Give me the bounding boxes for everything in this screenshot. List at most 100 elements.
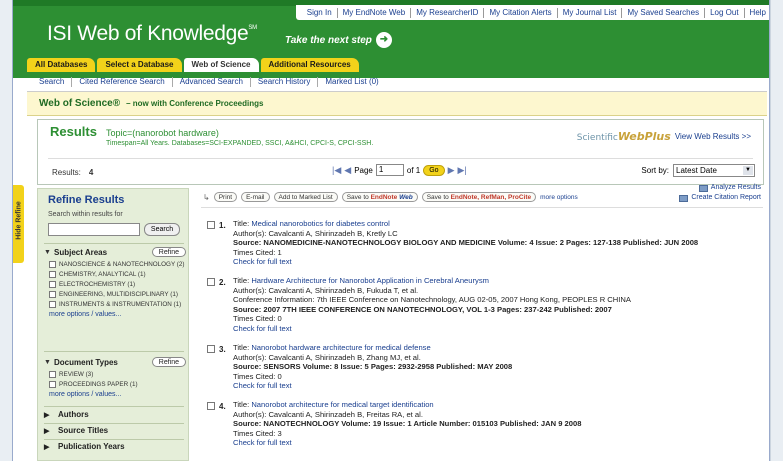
divider — [44, 406, 184, 407]
triangle-down-icon[interactable]: ▼ — [44, 359, 54, 366]
check-full-text-link[interactable]: Check for full text — [233, 381, 763, 391]
doctype-option[interactable]: REVIEW (3) — [49, 371, 186, 379]
link-my-citation-alerts[interactable]: My Citation Alerts — [483, 7, 556, 18]
add-to-marked-list-button[interactable]: Add to Marked List — [273, 192, 338, 202]
record-source: Source: SENSORS Volume: 8 Issue: 5 Pages… — [233, 362, 513, 372]
prev-page-icon[interactable]: ◀ — [344, 165, 351, 176]
sort-select[interactable]: Latest Date ▼ — [673, 164, 755, 177]
subject-more-link[interactable]: more options / values... — [49, 311, 186, 318]
arrow-down-icon: ↳ — [203, 192, 210, 202]
citation-label: Create Citation Report — [691, 194, 761, 201]
record-times-cited: Times Cited: 0 — [233, 314, 282, 324]
view-web-results-link[interactable]: View Web Results >> — [675, 132, 751, 141]
subnav-search-history[interactable]: Search History — [249, 76, 317, 87]
record-title-link[interactable]: Nanorobot architecture for medical targe… — [251, 400, 433, 409]
tab-select-database[interactable]: Select a Database — [97, 58, 182, 72]
save-to-endnote-web-button[interactable]: Save to EndNote Web — [341, 192, 418, 202]
record-times-cited: Times Cited: 1 — [233, 247, 282, 257]
print-button[interactable]: Print — [213, 192, 238, 202]
link-help[interactable]: Help — [743, 7, 769, 18]
subnav-marked-list[interactable]: Marked List (0) — [317, 76, 385, 87]
search-within-button[interactable]: Search — [144, 223, 180, 236]
subject-option-label: ENGINEERING, MULTIDISCIPLINARY (1) — [59, 291, 178, 298]
toolbar-right: Analyze Results Create Citation Report — [679, 183, 761, 203]
top-links: Sign In My EndNote Web My ResearcherID M… — [295, 5, 769, 20]
hide-refine-tab[interactable]: Hide Refine — [13, 185, 24, 263]
last-page-icon[interactable]: ▶| — [457, 165, 466, 176]
search-within-input[interactable] — [48, 223, 140, 236]
link-my-researcherid[interactable]: My ResearcherID — [410, 7, 483, 18]
analyze-results-link[interactable]: Analyze Results — [679, 183, 761, 193]
email-button[interactable]: E-mail — [241, 192, 270, 202]
link-log-out[interactable]: Log Out — [704, 7, 743, 18]
more-options-link[interactable]: more options — [540, 194, 578, 201]
isi-logo[interactable]: ISI Web of KnowledgeSM — [47, 22, 257, 46]
link-my-journal-list[interactable]: My Journal List — [556, 7, 622, 18]
save-to-endnote-refman-procite-button[interactable]: Save to EndNote, RefMan, ProCite — [421, 192, 537, 202]
record-number: 3. — [219, 345, 226, 354]
checkbox[interactable] — [49, 281, 56, 288]
record-checkbox[interactable] — [207, 221, 215, 229]
subject-areas-section: ▼ Subject Areas Refine NANOSCIENCE & NANOT… — [44, 245, 186, 318]
tab-all-databases[interactable]: All Databases — [27, 58, 96, 72]
record-authors: Author(s): Cavalcanti A, Shirinzadeh B, … — [233, 285, 419, 295]
subject-refine-button[interactable]: Refine — [151, 247, 186, 257]
doctypes-refine-button[interactable]: Refine — [151, 357, 186, 367]
checkbox[interactable] — [49, 301, 56, 308]
document-types-section: ▼ Document Types Refine REVIEW (3) PROCEED… — [44, 355, 186, 398]
chevron-down-icon: ▼ — [743, 166, 753, 175]
record-title-link[interactable]: Nanorobot hardware architecture for medi… — [251, 343, 430, 352]
check-full-text-link[interactable]: Check for full text — [233, 257, 763, 267]
first-page-icon[interactable]: |◀ — [332, 165, 341, 176]
go-button[interactable]: Go — [423, 164, 445, 176]
record-source: Source: 2007 7TH IEEE CONFERENCE ON NANO… — [233, 304, 612, 314]
record-checkbox[interactable] — [207, 278, 215, 286]
refine-authors[interactable]: ▶ Authors — [44, 410, 186, 419]
check-full-text-link[interactable]: Check for full text — [233, 438, 763, 448]
checkbox[interactable] — [49, 271, 56, 278]
check-full-text-link[interactable]: Check for full text — [233, 324, 763, 334]
subject-option[interactable]: NANOSCIENCE & NANOTECHNOLOGY (2) — [49, 261, 186, 269]
checkbox[interactable] — [49, 381, 56, 388]
tab-additional-resources[interactable]: Additional Resources — [260, 58, 359, 72]
webplus[interactable]: ScientificWebPlus View Web Results >> — [577, 130, 751, 143]
subject-option[interactable]: CHEMISTRY, ANALYTICAL (1) — [49, 271, 186, 279]
webplus-brand-b: WebPlus — [617, 130, 671, 143]
record-source: Source: NANOTECHNOLOGY Volume: 19 Issue:… — [233, 419, 582, 429]
refine-publication-years[interactable]: ▶ Publication Years — [44, 442, 186, 451]
next-page-icon[interactable]: ▶ — [448, 165, 455, 176]
refine-source-titles[interactable]: ▶ Source Titles — [44, 426, 186, 435]
subject-option[interactable]: ELECTROCHEMISTRY (1) — [49, 281, 186, 289]
tab-web-of-science[interactable]: Web of Science — [183, 58, 259, 72]
wos-banner: Web of Science® – now with Conference Pr… — [27, 92, 767, 116]
subnav-advanced-search[interactable]: Advanced Search — [171, 76, 250, 87]
doctype-option[interactable]: PROCEEDINGS PAPER (1) — [49, 381, 186, 389]
doctypes-more-link[interactable]: more options / values... — [49, 391, 186, 398]
window-left-margin — [0, 0, 12, 461]
subject-option[interactable]: ENGINEERING, MULTIDISCIPLINARY (1) — [49, 291, 186, 299]
record-title-link[interactable]: Hardware Architecture for Nanorobot Appl… — [251, 276, 489, 285]
results-count: Results: 4 — [52, 168, 93, 177]
subnav-search[interactable]: Search — [27, 77, 71, 87]
subject-option-label: NANOSCIENCE & NANOTECHNOLOGY (2) — [59, 261, 185, 268]
record-checkbox[interactable] — [207, 402, 215, 410]
link-my-saved-searches[interactable]: My Saved Searches — [621, 7, 704, 18]
record-checkbox[interactable] — [207, 345, 215, 353]
sort-by: Sort by: Latest Date ▼ — [641, 164, 755, 177]
scrollbar[interactable] — [770, 0, 783, 461]
create-citation-report-link[interactable]: Create Citation Report — [679, 193, 761, 203]
record-authors: Author(s): Cavalcanti A, Shirinzadeh B, … — [233, 409, 423, 419]
triangle-down-icon[interactable]: ▼ — [44, 249, 54, 256]
subject-option[interactable]: INSTRUMENTS & INSTRUMENTATION (1) — [49, 301, 186, 309]
checkbox[interactable] — [49, 371, 56, 378]
record-title-link[interactable]: Medical nanorobotics for diabetes contro… — [251, 219, 389, 228]
checkbox[interactable] — [49, 291, 56, 298]
subnav-cited-reference-search[interactable]: Cited Reference Search — [71, 76, 171, 87]
tagline[interactable]: Take the next step ➜ — [285, 32, 392, 48]
checkbox[interactable] — [49, 261, 56, 268]
link-sign-in[interactable]: Sign In — [302, 8, 337, 18]
page-of: of 1 — [406, 165, 421, 175]
page-input[interactable]: 1 — [375, 164, 404, 176]
link-my-endnote-web[interactable]: My EndNote Web — [336, 7, 411, 18]
tagline-text: Take the next step — [285, 34, 372, 46]
